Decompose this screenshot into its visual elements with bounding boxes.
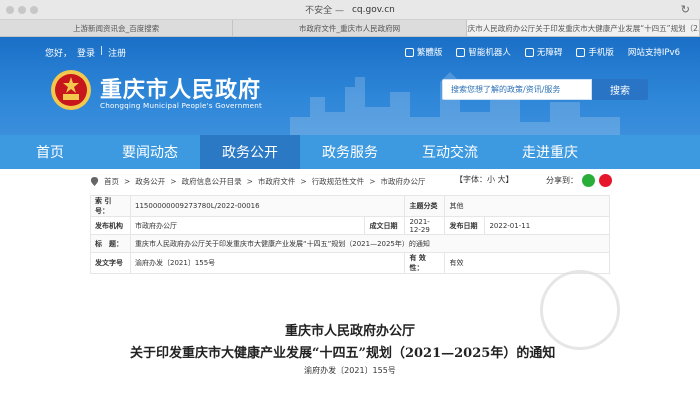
register-link[interactable]: 注册 bbox=[108, 46, 126, 59]
separator: | bbox=[100, 46, 104, 56]
wechat-icon[interactable] bbox=[582, 174, 595, 187]
breadcrumb-item[interactable]: 政务公开 bbox=[135, 176, 165, 187]
browser-tab-active[interactable]: 重庆市人民政府办公厅关于印发重庆市大健康产业发展“十四五”规划（2… bbox=[466, 20, 700, 36]
accessibility-icon bbox=[524, 47, 534, 57]
index-label: 索 引 号： bbox=[90, 195, 131, 217]
header-tools: 繁體版 智能机器人 无障碍 手机版 网站支持IPv6 bbox=[404, 46, 680, 58]
user-links: 您好， 登录 | 注册 bbox=[45, 46, 126, 59]
traditional-icon bbox=[404, 47, 414, 57]
location-icon bbox=[90, 176, 99, 186]
mobile-link[interactable]: 手机版 bbox=[576, 46, 614, 58]
browser-toolbar: 不安全 — cq.gov.cn ↻ bbox=[0, 0, 700, 20]
issuer-value: 市政府办公厅 bbox=[129, 216, 366, 235]
breadcrumb-item[interactable]: 行政规范性文件 bbox=[312, 176, 365, 187]
created-value: 2021-12-29 bbox=[404, 216, 446, 235]
title-label: 标 题： bbox=[90, 234, 131, 253]
index-value: 11500000009273780L/2022-00016 bbox=[129, 195, 406, 217]
browser-tabs: 上游新闻资讯会_百度搜索 市政府文件_重庆市人民政府网 重庆市人民政府办公厅关于… bbox=[0, 20, 700, 37]
login-link[interactable]: 登录 bbox=[77, 46, 95, 59]
national-emblem-icon bbox=[51, 70, 91, 110]
robot-icon bbox=[456, 47, 466, 57]
breadcrumb-item[interactable]: 市政府文件 bbox=[258, 176, 296, 187]
published-label: 发布日期 bbox=[444, 216, 486, 235]
category-label: 主题分类 bbox=[404, 195, 446, 217]
nav-about-chongqing[interactable]: 走进重庆 bbox=[500, 135, 600, 169]
nav-services[interactable]: 政务服务 bbox=[300, 135, 400, 169]
breadcrumb-item[interactable]: 市政府办公厅 bbox=[380, 176, 425, 187]
share-label: 分享到： bbox=[546, 176, 578, 185]
validity-label: 有 效 性： bbox=[404, 252, 446, 274]
traditional-chinese-link[interactable]: 繁體版 bbox=[404, 46, 442, 58]
document-title-line2: 关于印发重庆市大健康产业发展“十四五”规划（2021—2025年）的通知 bbox=[130, 346, 556, 361]
ipv6-link[interactable]: 网站支持IPv6 bbox=[628, 46, 680, 58]
site-subtitle: Chongqing Municipal People's Government bbox=[100, 101, 263, 110]
robot-link[interactable]: 智能机器人 bbox=[456, 46, 511, 58]
created-label: 成文日期 bbox=[364, 216, 406, 235]
window-controls[interactable] bbox=[6, 6, 38, 14]
issuer-label: 发布机构 bbox=[90, 216, 131, 235]
title-value: 重庆市人民政府办公厅关于印发重庆市大健康产业发展“十四五”规划（2021—202… bbox=[130, 234, 610, 253]
security-indicator: 不安全 — bbox=[305, 6, 344, 16]
search-input[interactable]: 搜索您想了解的政策/资讯/服务 bbox=[442, 79, 592, 100]
weibo-icon[interactable] bbox=[599, 174, 612, 187]
search-button[interactable]: 搜索 bbox=[592, 79, 648, 100]
document-title-line1: 重庆市人民政府办公厅 bbox=[284, 324, 415, 339]
breadcrumb-sep: > bbox=[300, 176, 307, 186]
browser-tab[interactable]: 市政府文件_重庆市人民政府网 bbox=[233, 20, 467, 36]
breadcrumb-sep: > bbox=[124, 176, 131, 186]
document-meta-table: 索 引 号： 11500000009273780L/2022-00016 主题分… bbox=[90, 195, 610, 274]
url-text: cq.gov.cn bbox=[351, 4, 395, 15]
nav-government-affairs[interactable]: 政务公开 bbox=[200, 135, 300, 169]
breadcrumb: 首页 > 政务公开 > 政府信息公开目录 > 市政府文件 > 行政规范性文件 > 市政府办… bbox=[90, 173, 610, 189]
nav-home[interactable]: 首页 bbox=[0, 135, 100, 169]
browser-tab[interactable]: 上游新闻资讯会_百度搜索 bbox=[0, 20, 234, 36]
breadcrumb-item[interactable]: 首页 bbox=[104, 176, 119, 187]
breadcrumb-sep: > bbox=[170, 176, 177, 186]
breadcrumb-sep: > bbox=[246, 176, 253, 186]
breadcrumb-item[interactable]: 政府信息公开目录 bbox=[182, 176, 242, 187]
share-bar: 分享到： bbox=[546, 174, 612, 187]
main-nav: 首页 要闻动态 政务公开 政务服务 互动交流 走进重庆 bbox=[0, 135, 700, 169]
greeting-text: 您好， bbox=[45, 49, 73, 59]
font-size-control[interactable]: 【字体：小 大】 bbox=[455, 174, 514, 185]
nav-interaction[interactable]: 互动交流 bbox=[400, 135, 500, 169]
nav-news[interactable]: 要闻动态 bbox=[100, 135, 200, 169]
docno-value: 渝府办发〔2021〕155号 bbox=[129, 252, 406, 274]
category-value: 其他 bbox=[444, 195, 610, 217]
docno-label: 发文字号 bbox=[90, 252, 131, 274]
accessibility-link[interactable]: 无障碍 bbox=[524, 46, 562, 58]
address-bar[interactable]: 不安全 — cq.gov.cn bbox=[305, 3, 395, 17]
breadcrumb-sep: > bbox=[369, 176, 376, 186]
mobile-icon bbox=[576, 47, 586, 57]
skyline-illustration bbox=[290, 72, 620, 135]
site-title: 重庆市人民政府 bbox=[100, 78, 262, 103]
published-value: 2022-01-11 bbox=[484, 216, 610, 235]
document-number: 渝府办发〔2021〕155号 bbox=[304, 366, 396, 375]
refresh-icon[interactable]: ↻ bbox=[681, 3, 690, 16]
